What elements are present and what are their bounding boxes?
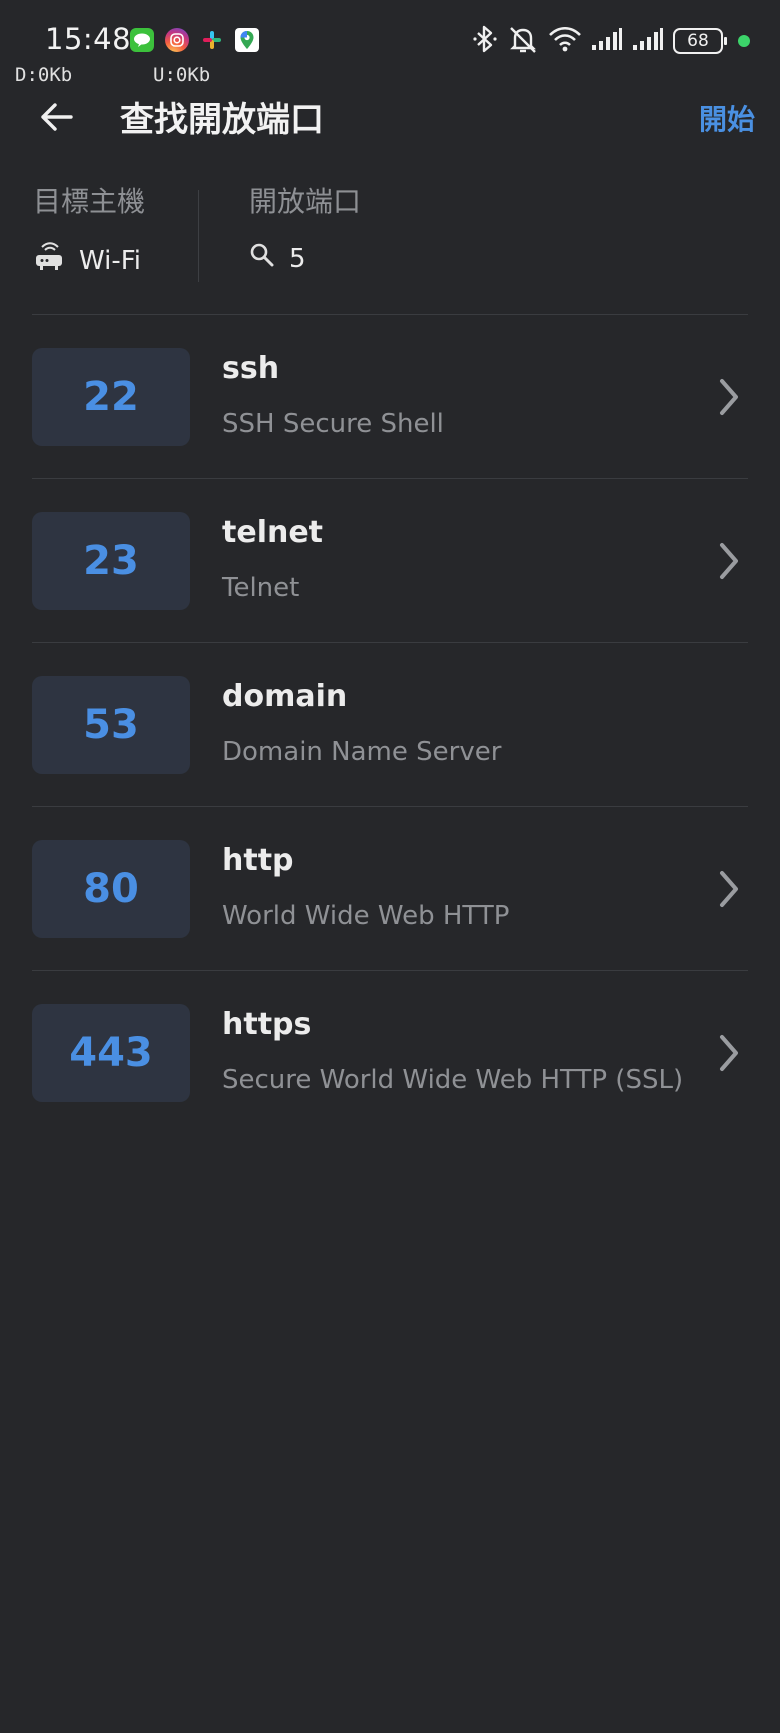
port-service-description: Secure World Wide Web HTTP (SSL): [222, 1065, 684, 1095]
port-row-53[interactable]: 53 domain Domain Name Server: [0, 643, 780, 807]
open-ports: 開放端口 5: [249, 180, 361, 275]
back-button[interactable]: [35, 96, 77, 138]
port-list: 22 ssh SSH Secure Shell 23 telnet Telnet…: [0, 315, 780, 1135]
port-number-badge: 80: [32, 840, 190, 938]
port-service-name: http: [222, 843, 294, 878]
status-time: 15:48: [45, 22, 132, 56]
search-icon: [249, 242, 275, 275]
target-host-value: Wi-Fi: [79, 245, 142, 276]
google-maps-icon: [235, 28, 259, 52]
chevron-right-icon: [720, 543, 738, 579]
open-ports-count: 5: [289, 243, 306, 274]
page-title: 查找開放端口: [120, 100, 324, 140]
status-bar: 15:48 68: [0, 0, 780, 70]
port-number-badge: 22: [32, 348, 190, 446]
app-bar: 查找開放端口 開始: [0, 86, 780, 148]
target-host-label: 目標主機: [33, 185, 146, 218]
privacy-indicator-dot: [738, 35, 750, 47]
port-service-description: World Wide Web HTTP: [222, 901, 510, 931]
port-service-description: Telnet: [222, 573, 300, 603]
open-ports-value-row: 5: [249, 242, 361, 275]
port-row-443[interactable]: 443 https Secure World Wide Web HTTP (SS…: [0, 971, 780, 1135]
slack-icon: [200, 28, 224, 52]
notification-icons: [130, 28, 259, 52]
arrow-left-icon: [41, 103, 73, 131]
instagram-icon: [165, 28, 189, 52]
port-service-name: telnet: [222, 515, 324, 550]
port-row-80[interactable]: 80 http World Wide Web HTTP: [0, 807, 780, 971]
router-icon: [33, 242, 65, 279]
bluetooth-icon: [472, 24, 498, 58]
chevron-right-icon: [720, 379, 738, 415]
signal-icon: [591, 27, 623, 55]
target-host-value-row: Wi-Fi: [33, 242, 145, 279]
wifi-icon: [548, 25, 582, 57]
port-service-description: SSH Secure Shell: [222, 409, 444, 439]
screen: 15:48 68 D:0Kb U:0Kb 查找開放端口 開始 目標主機 Wi-F…: [0, 0, 780, 1733]
signal-icon: [632, 27, 664, 55]
info-divider: [198, 190, 199, 282]
line-icon: [130, 28, 154, 52]
battery-icon: 68: [673, 28, 727, 54]
start-button[interactable]: 開始: [699, 98, 755, 138]
download-speed: D:0Kb: [15, 64, 73, 86]
port-service-name: ssh: [222, 351, 280, 386]
target-host: 目標主機 Wi-Fi: [33, 180, 145, 279]
chevron-right-icon: [720, 871, 738, 907]
port-row-22[interactable]: 22 ssh SSH Secure Shell: [0, 315, 780, 479]
alarm-off-icon: [507, 24, 539, 58]
port-number-badge: 23: [32, 512, 190, 610]
port-number-badge: 443: [32, 1004, 190, 1102]
port-service-name: domain: [222, 679, 348, 714]
port-row-23[interactable]: 23 telnet Telnet: [0, 479, 780, 643]
chevron-right-icon: [720, 1035, 738, 1071]
scan-info: 目標主機 Wi-Fi 開放端口 5: [0, 180, 780, 290]
port-service-description: Domain Name Server: [222, 737, 502, 767]
port-service-name: https: [222, 1007, 312, 1042]
upload-speed: U:0Kb: [153, 64, 211, 86]
port-number-badge: 53: [32, 676, 190, 774]
system-icons: 68: [472, 24, 750, 58]
open-ports-label: 開放端口: [249, 185, 362, 218]
